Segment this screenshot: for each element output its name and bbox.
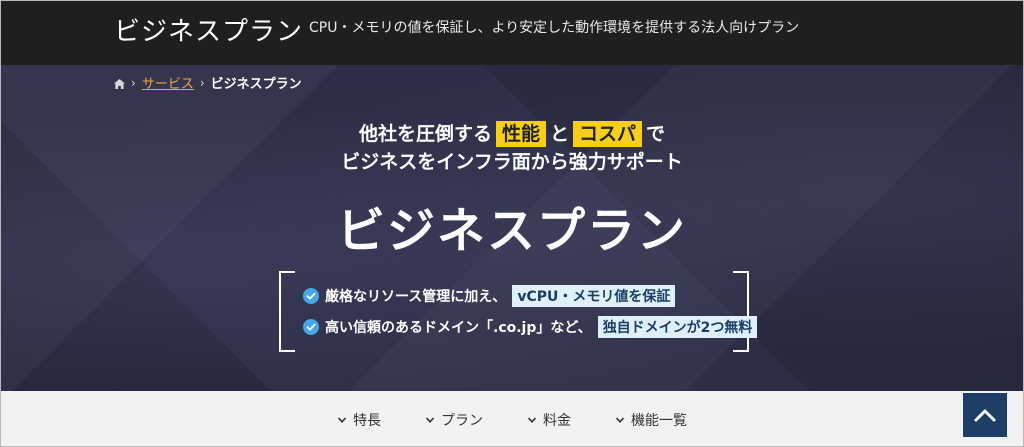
page-section-nav: 特長 プラン 料金 機能一覧 — [1, 391, 1023, 446]
nav-item-label: 料金 — [543, 412, 571, 429]
feature-item: 高い信頼のあるドメイン「.co.jp」など、 独自ドメインが2つ無料 — [303, 316, 758, 338]
hero-headline-line1: 他社を圧倒する 性能とコスパで — [1, 119, 1023, 147]
nav-item-label: プラン — [441, 412, 483, 429]
section-nav-items: 特長 プラン 料金 機能一覧 — [1, 391, 1023, 446]
headline-text: で — [646, 123, 666, 145]
site-header: ビジネスプラン CPU・メモリの値を保証し、より安定した動作環境を提供する法人向… — [1, 1, 1023, 65]
nav-item-function-list[interactable]: 機能一覧 — [615, 410, 687, 430]
check-icon — [303, 288, 319, 304]
chevron-down-icon — [425, 416, 435, 423]
check-icon — [303, 319, 319, 335]
hero-headline-line2: ビジネスをインフラ面から強力サポート — [341, 151, 683, 173]
feature-text: 厳格なリソース管理に加え、 — [325, 289, 507, 305]
breadcrumb-link-services[interactable]: サービス — [142, 73, 194, 92]
bracket-right — [733, 271, 749, 352]
back-to-top-button[interactable] — [963, 393, 1007, 437]
nav-item-plans[interactable]: プラン — [425, 410, 483, 430]
feature-highlight: 独自ドメインが2つ無料 — [597, 316, 758, 338]
home-icon[interactable] — [114, 78, 125, 89]
feature-highlight: vCPU・メモリ値を保証 — [512, 285, 676, 307]
breadcrumb: › サービス › ビジネスプラン — [114, 73, 302, 92]
header-tagline: CPU・メモリの値を保証し、より安定した動作環境を提供する法人向けプラン — [309, 20, 800, 36]
breadcrumb-current: ビジネスプラン — [210, 77, 302, 92]
nav-item-label: 機能一覧 — [631, 412, 687, 429]
page-frame: ビジネスプラン CPU・メモリの値を保証し、より安定した動作環境を提供する法人向… — [0, 0, 1024, 447]
bracket-left — [279, 271, 295, 352]
headline-highlight-cost: コスパ — [573, 121, 643, 147]
hero-title: ビジネスプラン — [336, 203, 687, 259]
chevron-down-icon — [337, 416, 347, 423]
site-brand[interactable]: ビジネスプラン — [114, 11, 303, 48]
chevron-up-icon — [974, 409, 996, 422]
chevron-down-icon — [615, 416, 625, 423]
hero-section: › サービス › ビジネスプラン 他社を圧倒する 性能とコスパで ビジネスをインフ… — [1, 65, 1023, 391]
feature-text: 高い信頼のあるドメイン「.co.jp」など、 — [325, 320, 592, 336]
headline-highlight-performance: 性能 — [495, 121, 546, 147]
feature-box: 厳格なリソース管理に加え、 vCPU・メモリ値を保証 高い信頼のあるドメイン「.… — [279, 271, 758, 352]
headline-text: と — [549, 123, 569, 145]
nav-item-features[interactable]: 特長 — [337, 410, 381, 430]
chevron-down-icon — [527, 416, 537, 423]
feature-item: 厳格なリソース管理に加え、 vCPU・メモリ値を保証 — [303, 285, 676, 307]
breadcrumb-separator-icon: › — [199, 75, 205, 90]
nav-item-pricing[interactable]: 料金 — [527, 410, 571, 430]
nav-item-label: 特長 — [353, 412, 381, 429]
headline-text: 他社を圧倒する — [358, 123, 492, 145]
breadcrumb-separator-icon: › — [131, 75, 136, 90]
